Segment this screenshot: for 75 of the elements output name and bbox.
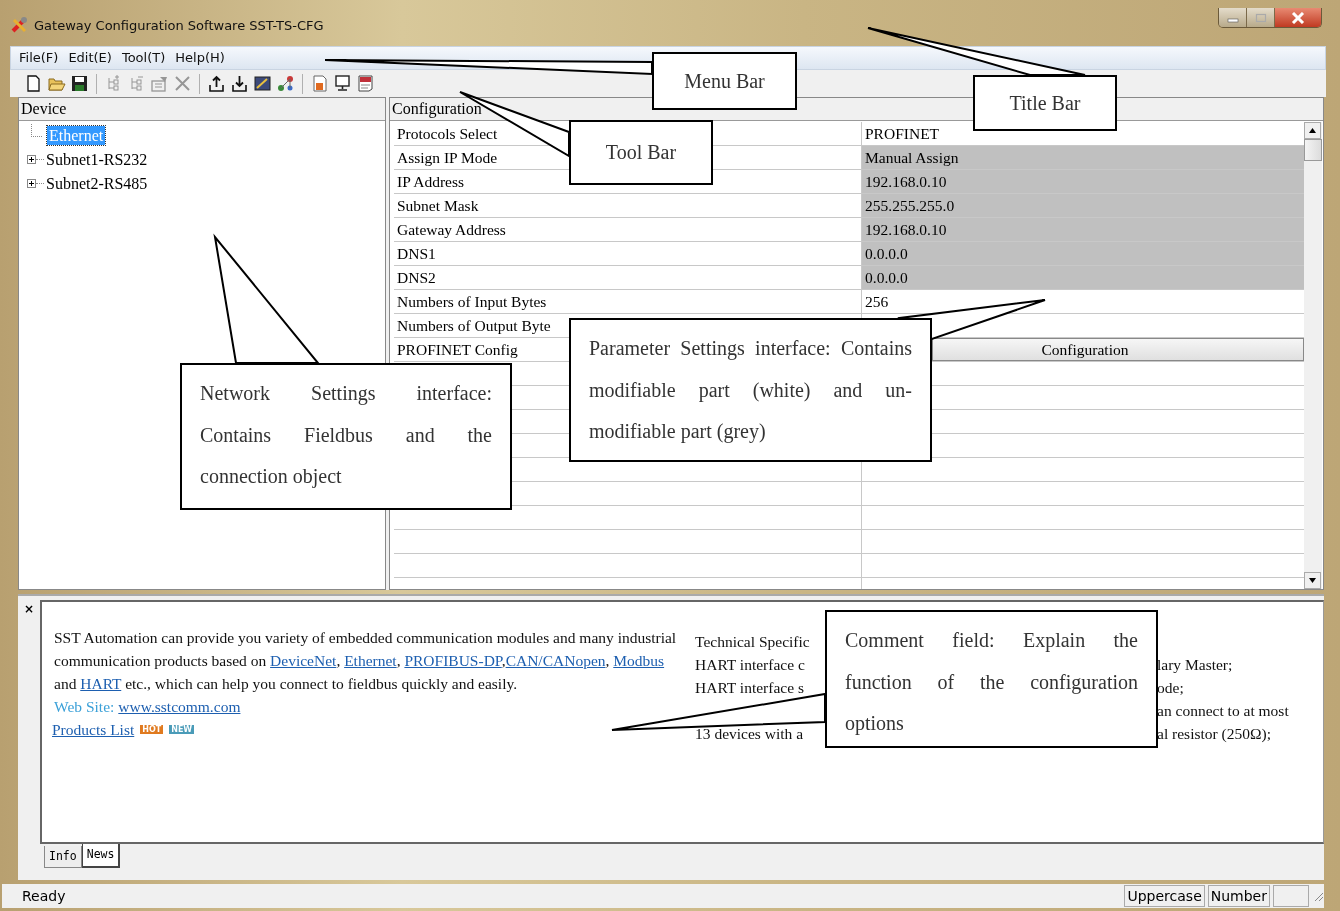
spec-text: an connect to at most <box>1157 700 1290 721</box>
status-indicator: Uppercase <box>1124 885 1205 908</box>
maximize-button[interactable] <box>1247 8 1275 27</box>
tree-item[interactable]: Subnet1-RS232 <box>44 149 150 169</box>
upload-icon[interactable] <box>207 74 226 94</box>
close-button[interactable] <box>1275 8 1321 27</box>
close-icon[interactable] <box>1291 11 1305 24</box>
picture-icon[interactable] <box>253 74 272 94</box>
property-name: DNS2 <box>397 268 436 287</box>
spec-text: HART interface c <box>695 655 805 673</box>
property-value[interactable]: 192.168.0.10 <box>862 218 1304 242</box>
link[interactable]: Modbus <box>613 651 665 669</box>
property-value[interactable]: Manual Assign <box>862 146 1304 170</box>
property-value[interactable]: 0.0.0.0 <box>862 266 1304 290</box>
intro-paragraph: SST Automation can provide you variety of embedded communication modules and many industrial communication products based on DeviceNet, Ethernet, PROFIBUS-DP,CAN/CANopen, Modbus and HART etc., which can help you connect to fieldbus quickly and easily. <box>54 627 678 694</box>
property-value[interactable]: 192.168.0.10 <box>862 170 1304 194</box>
link[interactable]: PROFIBUS-DP <box>404 651 502 669</box>
menu-item[interactable]: Edit(E) <box>67 50 121 66</box>
resize-grip-icon[interactable] <box>1312 890 1324 903</box>
property-name: DNS1 <box>397 244 436 263</box>
callout-box: Menu Bar <box>652 52 797 110</box>
link[interactable]: CAN/CANopen <box>505 651 606 669</box>
spec-text: HART interface s <box>695 678 804 696</box>
callout-box: Comment field: Explain the function of the configuration options <box>825 610 1158 748</box>
window-title: Gateway Configuration Software SST-TS-CFG <box>34 17 324 33</box>
spec-text: al resistor (250Ω); <box>1157 723 1272 744</box>
property-name: Gateway Address <box>397 220 506 239</box>
website-label: Web Site: <box>54 696 115 717</box>
callout-box: Tool Bar <box>569 120 713 185</box>
configuration-button[interactable]: Configuration <box>932 338 1304 362</box>
spec-text: 13 devices with a <box>695 724 804 742</box>
app-icon <box>10 16 28 34</box>
property-name: Protocols Select <box>397 124 498 143</box>
tree-item[interactable]: Subnet2-RS485 <box>44 173 150 193</box>
tab[interactable]: Info <box>44 845 82 868</box>
document-icon[interactable] <box>356 74 375 94</box>
link[interactable]: DeviceNet <box>270 651 337 669</box>
property-name: PROFINET Config <box>397 340 518 359</box>
callout-box: Parameter Settings interface: Contains modifiable part (white) and un-modifiable part (grey) <box>569 318 932 462</box>
status-text: Ready <box>22 888 67 905</box>
link[interactable]: Products List <box>52 717 135 741</box>
scroll-down-icon[interactable] <box>1304 571 1321 589</box>
property-name: Subnet Mask <box>397 196 479 215</box>
status-pane <box>1273 885 1309 908</box>
property-name: Numbers of Input Bytes <box>397 292 547 311</box>
menu-item[interactable]: Tool(T) <box>120 50 175 66</box>
scrollbar-thumb[interactable] <box>1304 139 1322 162</box>
scroll-up-icon[interactable] <box>1304 122 1321 140</box>
pane-title: Configuration <box>392 100 482 119</box>
close-button[interactable]: × <box>24 601 35 616</box>
badge: NEW <box>169 724 195 734</box>
link[interactable]: Ethernet <box>344 651 397 669</box>
property-name: Assign IP Mode <box>397 148 498 167</box>
status-indicator: Number <box>1207 885 1270 908</box>
link[interactable]: www.sstcomm.com <box>118 694 241 718</box>
pane-title: Device <box>21 100 67 119</box>
spec-text: ode; <box>1157 677 1185 698</box>
link[interactable]: HART <box>80 674 122 692</box>
menu-item[interactable]: File(F) <box>19 50 68 66</box>
badge: HOT <box>140 724 164 734</box>
property-name: Numbers of Output Byte <box>397 316 551 335</box>
network-icon[interactable] <box>276 74 295 94</box>
property-value[interactable]: 255.255.255.0 <box>862 194 1304 218</box>
property-value[interactable]: 0.0.0.0 <box>862 242 1304 266</box>
callout-box: Title Bar <box>973 75 1117 131</box>
menu-item[interactable]: Help(H) <box>174 50 234 66</box>
expand-icon[interactable] <box>27 178 36 188</box>
property-name: IP Address <box>397 172 465 191</box>
monitor-icon[interactable] <box>333 74 352 94</box>
expand-icon[interactable] <box>27 154 36 164</box>
download-icon[interactable] <box>230 74 249 94</box>
minimize-button[interactable] <box>1219 8 1247 27</box>
spec-text: lary Master; <box>1157 654 1234 675</box>
spec-text: Technical Specific <box>695 632 810 650</box>
file-icon[interactable] <box>24 74 43 94</box>
